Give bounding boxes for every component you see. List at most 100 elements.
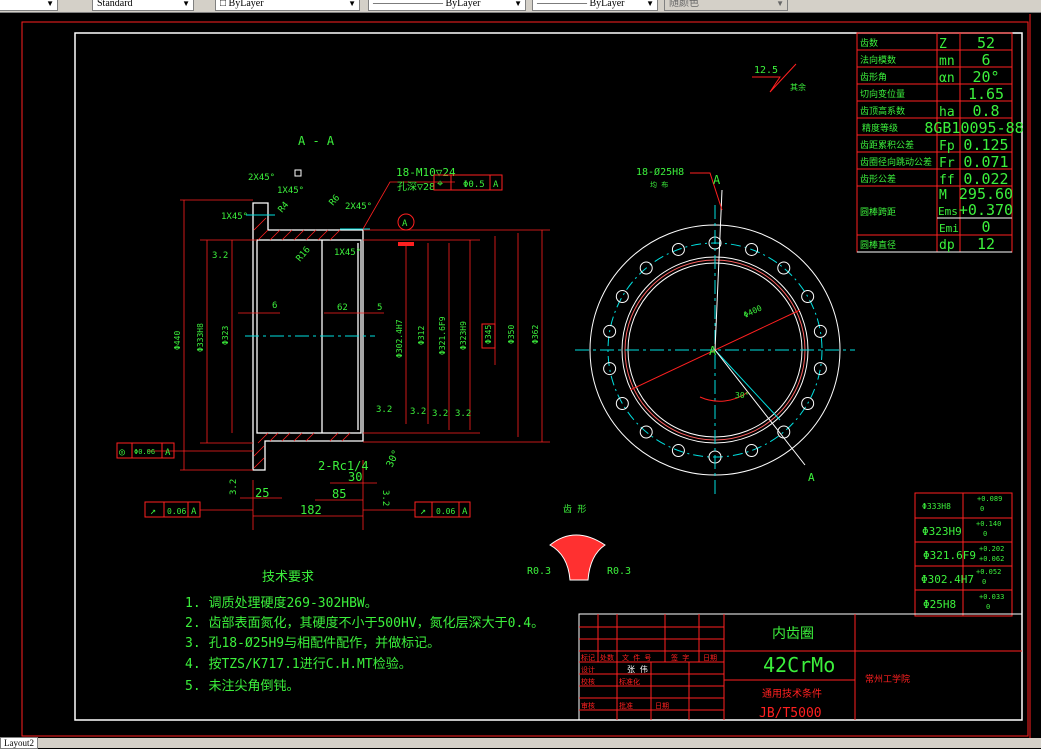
section-mark-bottom: A [808,471,815,484]
length-dim: 62 [337,303,348,313]
chamfer-label: 2X45° [248,173,275,183]
tech-req-item: 1. 调质处理硬度269-302HBW。 [185,595,378,611]
dim-diameter: Φ345 [484,325,493,344]
bolt-hole [801,397,815,410]
param-value: 0.125 [963,136,1008,154]
bolt-hole [745,444,759,458]
roughness-value: 3.2 [410,407,426,417]
param-name: 圆棒跨距 [860,206,896,218]
layer-dropdown[interactable]: □ ByLayer ▼ [215,0,360,11]
param-name: 齿距累积公差 [860,139,914,151]
dim-diameter: Φ333H8 [196,323,205,352]
tab-layout2[interactable]: Layout2 [0,737,38,749]
param-symbol: M [939,188,947,203]
length-dim: 5 [377,303,382,313]
drawing-canvas[interactable]: 齿数 法向模数 齿形角 切向变位量 齿顶高系数 精度等级 齿距累积公差 齿圈径向… [0,12,1041,738]
fit-label: Φ25H8 [923,598,956,611]
lower-dev: 0 [982,578,986,586]
datum-a-label: A [402,219,408,229]
lineweight-dropdown[interactable]: ————— ByLayer ▼ [532,0,658,11]
param-symbol: ff [939,173,955,188]
bolt-hole [615,290,629,303]
tech-req-item: 5. 未注尖角倒钝。 [185,679,299,694]
tolerance-value: 0.06 [167,507,186,516]
upper-dev: +0.052 [976,568,1001,576]
param-symbol: Ems [938,205,958,218]
datum: A [165,448,171,458]
lower-dev: 0 [986,603,990,611]
gear-parameter-table: 齿数 法向模数 齿形角 切向变位量 齿顶高系数 精度等级 齿距累积公差 齿圈径向… [856,32,1024,253]
param-name: 齿形公差 [860,173,896,185]
lower-dev: 0 [980,505,984,513]
dim-diameter: Φ302.4H7 [395,319,404,358]
param-value: 0.8 [972,102,999,120]
datum: A [462,507,468,517]
param-name: 切向变位量 [860,88,905,100]
hole-note: 18-Ø25H8 [636,166,684,178]
runout-icon: ↗ [420,506,426,517]
part-name: 内齿圈 [772,626,814,642]
chevron-down-icon: ▼ [348,0,356,8]
radius-label: R16 [295,245,313,264]
tooth-profile-detail: 齿 形 R0.3 R0.3 [527,503,631,581]
param-value: +0.370 [959,201,1013,219]
param-name: 精度等级 [862,122,898,134]
param-name: 齿形角 [860,71,887,83]
param-symbol: ha [939,105,955,120]
roughness-value: 3.2 [212,251,228,261]
fit-label: Φ321.6F9 [923,549,976,562]
color-dropdown[interactable]: 随颜色 ▼ [664,0,788,11]
linetype-dropdown[interactable]: ——————— ByLayer ▼ [368,0,526,11]
row-label: 校核 [581,677,595,686]
roughness-value: 3.2 [380,490,390,506]
fit-label: Φ333H8 [922,502,951,511]
tech-req-item: 2. 齿部表面氮化，其硬度不小于500HV，氮化层深大于0.4。 [185,615,544,631]
roughness-value: 3.2 [455,409,471,419]
lower-dev: +0.062 [979,555,1004,563]
length-dim: 6 [272,301,277,311]
tooth-profile-title: 齿 形 [563,503,586,515]
dim-diameter: Φ321.6F9 [438,316,447,355]
roughness-value: 3.2 [229,479,239,495]
title-block: 标记 处数 文 件 号 签 字 日期 设计 校核 审核 批准 标准化 日期 张 … [578,613,1023,721]
runout-icon: ↗ [150,506,156,517]
standard-label: 通用技术条件 [762,687,822,700]
chevron-down-icon: ▼ [46,0,54,8]
coaxiality-icon: ◎ [119,447,125,458]
length-dim: 182 [300,503,322,517]
param-symbol: Fr [939,156,955,171]
upper-dev: +0.140 [976,520,1001,528]
text-style-value: Standard [97,0,133,9]
chevron-down-icon: ▼ [776,0,784,8]
param-value: 0.071 [963,153,1008,171]
length-dim: 25 [255,486,269,500]
signer-name: 张 伟 [627,664,648,674]
row-label: 设计 [581,665,595,674]
dim-diameter: Φ323H9 [459,321,468,350]
dim-diameter: Φ440 [173,331,182,350]
lower-dev: 0 [983,530,987,538]
text-style-dropdown[interactable]: Standard ▼ [92,0,194,11]
param-name: 法向模数 [860,54,896,66]
runout-frame-left: ↗ 0.06 A [144,501,201,518]
upper-dev: +0.033 [979,593,1004,601]
fit-label: Φ302.4H7 [921,573,974,586]
chevron-down-icon: ▼ [514,0,522,8]
bolt-hole [813,362,827,376]
prev-dropdown[interactable]: ▼ [0,0,58,11]
dim-diameter: Φ362 [531,325,540,344]
center-mark: A [709,344,717,358]
row-label: 日期 [655,702,669,710]
param-value: 0 [981,218,990,236]
tech-req-item: 3. 孔18-Ø25H9与相配件配作，并做标记。 [185,636,440,651]
length-dim: 85 [332,487,346,501]
upper-dev: +0.202 [979,545,1004,553]
dim-diameter: Φ323 [221,326,230,345]
runout-frame-right: ↗ 0.06 A [414,501,471,518]
upper-dev: +0.089 [977,495,1002,503]
param-name: 齿顶高系数 [860,105,905,117]
param-symbol: dp [939,238,955,253]
layer-value: ByLayer [228,0,264,9]
radius-label: R0.3 [607,566,631,577]
chamfer-label: 1X45° [221,212,248,222]
